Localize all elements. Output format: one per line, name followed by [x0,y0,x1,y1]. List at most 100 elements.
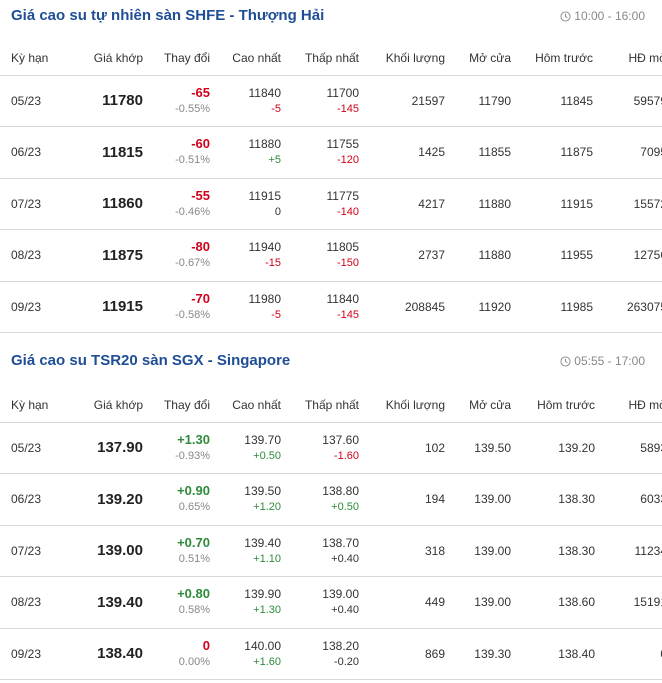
high-value: 11880 [248,137,281,152]
low-stack: 11755 -120 [289,136,359,168]
change-percent: -0.58% [175,308,210,321]
high-change: -15 [265,257,281,270]
price-cell: 11860 [66,178,147,230]
sgx-time-text: 05:55 - 17:00 [574,354,645,368]
open-cell: 139.50 [449,422,515,474]
shfe-title: Giá cao su tự nhiên sàn SHFE - Thượng Hả… [11,7,325,24]
price-cell: 139.20 [66,473,147,526]
low-cell: 11775 -140 [285,178,363,230]
shfe-trading-hours: 10:00 - 16:00 [560,9,645,23]
low-change: -0.20 [333,655,359,668]
low-change: -140 [336,205,359,218]
low-cell: 137.60 -1.60 [285,422,363,474]
previous-close-cell: 138.40 [515,628,599,680]
previous-close-cell: 11955 [515,229,597,282]
low-cell: 11805 -150 [285,229,363,282]
previous-close-cell: 138.60 [515,576,599,629]
low-stack: 11700 -145 [289,85,359,117]
high-cell: 11880 +5 [214,126,285,179]
high-cell: 139.40 +1.10 [214,525,285,577]
change-stack: -80 -0.67% [151,239,210,271]
change-value: +0.90 [177,483,210,499]
previous-close-cell: 11875 [515,126,597,179]
low-stack: 138.80 +0.50 [289,483,359,515]
column-header: HĐ mở [599,388,662,423]
column-header: Giá khớp [66,41,147,76]
low-cell: 11700 -145 [285,75,363,127]
change-value: 0 [202,637,210,653]
change-percent: 0.00% [178,655,210,668]
price-cell: 139.40 [66,576,147,629]
open-interest-cell: 0 [599,628,662,680]
table-row: 09/23 138.40 0 0.00% 140.00 +1.60 138.20 -0.20 8… [0,628,662,680]
term-cell: 05/23 [0,75,66,127]
high-value: 139.50 [244,484,281,499]
open-cell: 139.30 [449,628,515,680]
high-stack: 139.50 +1.20 [218,483,281,515]
high-cell: 140.00 +1.60 [214,628,285,680]
low-cell: 138.20 -0.20 [285,628,363,680]
change-cell: -80 -0.67% [147,229,214,282]
high-change: +1.60 [253,655,281,668]
open-interest-cell: 15572 [597,178,662,230]
change-percent: -0.67% [175,257,210,270]
change-cell: +0.80 0.58% [147,576,214,629]
high-change: +0.50 [253,449,281,462]
shfe-table: Kỳ hạn Giá khớp Thay đổi Cao nhất Thấp nhất K… [0,41,662,333]
term-cell: 07/23 [0,178,66,230]
high-cell: 11980 -5 [214,281,285,333]
high-value: 11915 [248,188,281,203]
shfe-table-header: Kỳ hạn Giá khớp Thay đổi Cao nhất Thấp nhất K… [0,41,662,76]
volume-cell: 2737 [363,229,449,282]
change-value: -70 [191,290,210,306]
change-cell: +1.30 -0.93% [147,422,214,474]
column-header: Thay đổi [147,41,214,76]
high-cell: 11940 -15 [214,229,285,282]
change-value: -55 [191,187,210,203]
price-cell: 138.40 [66,628,147,680]
high-stack: 11880 +5 [218,136,281,168]
low-cell: 138.70 +0.40 [285,525,363,577]
column-header: Mở cửa [449,41,515,76]
low-change: -1.60 [333,449,359,462]
column-header: Kỳ hạn [0,41,66,76]
change-percent: -0.46% [175,205,210,218]
low-value: 11775 [326,188,359,203]
previous-close-cell: 138.30 [515,473,599,526]
volume-cell: 449 [363,576,449,629]
term-cell: 05/23 [0,422,66,474]
shfe-header: Giá cao su tự nhiên sàn SHFE - Thượng Hả… [0,0,662,36]
volume-cell: 869 [363,628,449,680]
low-value: 11840 [326,291,359,306]
term-cell: 07/23 [0,525,66,577]
sgx-table-header: Kỳ hạn Giá khớp Thay đổi Cao nhất Thấp nhất K… [0,388,662,423]
open-cell: 11920 [449,281,515,333]
column-header: Cao nhất [214,41,285,76]
low-stack: 11775 -140 [289,188,359,220]
column-header: Khối lượng [363,388,449,423]
low-change: -145 [336,308,359,321]
previous-close-cell: 11985 [515,281,597,333]
open-interest-cell: 263075 [597,281,662,333]
column-header: Kỳ hạn [0,388,66,423]
column-header: Hôm trước [515,388,599,423]
change-percent: 0.65% [178,501,210,514]
volume-cell: 1425 [363,126,449,179]
open-cell: 11880 [449,178,515,230]
open-interest-cell: 11234 [599,525,662,577]
low-stack: 139.00 +0.40 [289,586,359,618]
term-cell: 09/23 [0,628,66,680]
high-change: +1.30 [253,604,281,617]
change-percent: -0.93% [175,449,210,462]
shfe-time-text: 10:00 - 16:00 [574,9,645,23]
price-cell: 137.90 [66,422,147,474]
sgx-table-body: 05/23 137.90 +1.30 -0.93% 139.70 +0.50 137.60 -… [0,422,662,680]
high-value: 11980 [248,291,281,306]
low-change: +0.50 [331,501,359,514]
low-value: 11805 [326,240,359,255]
low-change: -120 [336,154,359,167]
column-header: Giá khớp [66,388,147,423]
change-cell: +0.70 0.51% [147,525,214,577]
change-value: -65 [191,84,210,100]
change-stack: 0 0.00% [151,638,210,670]
